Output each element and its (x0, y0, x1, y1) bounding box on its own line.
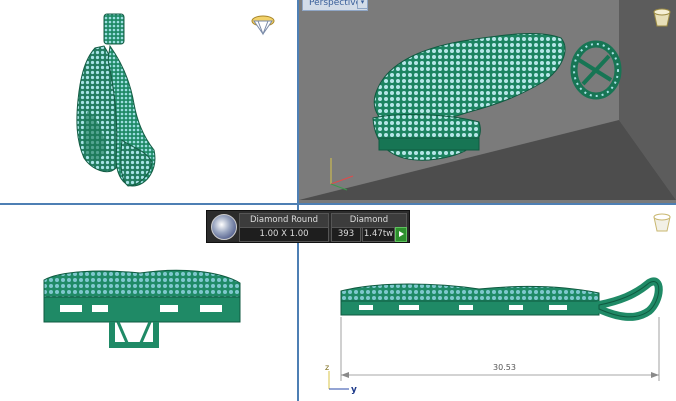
chevron-down-icon[interactable]: ▾ (357, 0, 368, 9)
viewport-divider-vertical[interactable] (297, 0, 299, 401)
gem-type-header: Diamond (331, 213, 407, 228)
bucket-icon[interactable] (651, 211, 673, 233)
gem-name-header: Diamond Round (239, 213, 329, 228)
bucket-icon[interactable] (651, 6, 673, 28)
axis-y-label: y (351, 385, 357, 395)
diamond-icon[interactable] (250, 14, 276, 36)
play-button[interactable] (395, 227, 407, 242)
perspective-scene (299, 0, 676, 200)
viewport-perspective[interactable]: Perspective ▾ (299, 0, 676, 203)
viewport-front[interactable] (0, 0, 297, 203)
viewport-divider-horizontal[interactable] (0, 203, 676, 205)
gem-count-value: 393 (331, 227, 361, 242)
axis-z-label: z (325, 363, 330, 372)
gem-size-value: 1.00 X 1.00 (239, 227, 329, 242)
gem-thumbnail-icon[interactable] (211, 214, 237, 240)
dimension-length: 30.53 (491, 363, 518, 372)
gem-weight-value: 1.47tw (362, 227, 395, 242)
gem-info-panel: Diamond Round Diamond 1.00 X 1.00 393 1.… (206, 210, 410, 243)
